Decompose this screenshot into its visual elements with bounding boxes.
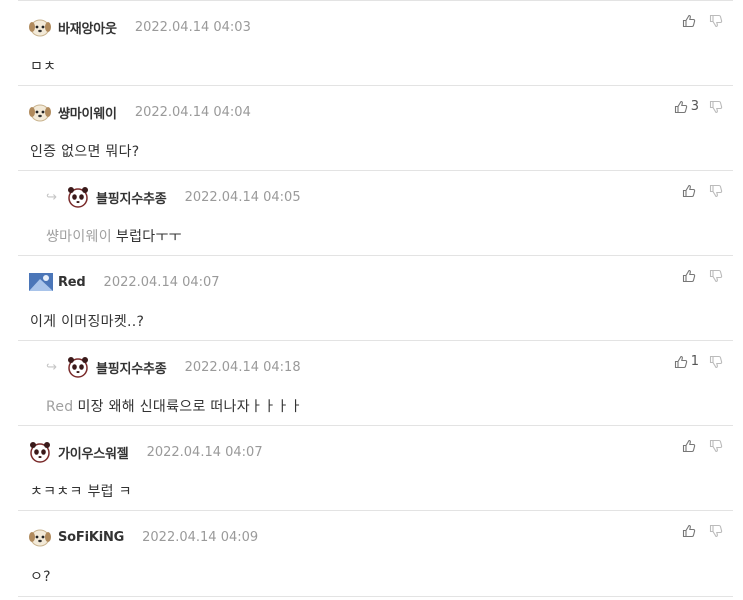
thumbs-down-icon (709, 100, 723, 113)
comment-header: 가이우스워젤 2022.04.14 04:07 (28, 440, 263, 464)
avatar-puppy-icon[interactable] (28, 101, 52, 123)
comment-date: 2022.04.14 04:04 (134, 104, 251, 120)
comment-header: Red 2022.04.14 04:07 (28, 270, 220, 294)
thumbs-up-icon (682, 14, 696, 28)
mention-tag[interactable]: Red (46, 399, 74, 415)
comment-body: 인증 없으면 뭐다? (30, 141, 140, 161)
reply-item: ↪ 블핑지수추종 2022.04.14 04:05 썅마이웨이 부럽다ㅜㅜ (18, 170, 733, 256)
like-count: 3 (690, 99, 699, 114)
dislike-button[interactable] (709, 184, 723, 198)
avatar-panda-icon[interactable] (66, 356, 90, 378)
like-button[interactable] (682, 184, 699, 198)
divider (18, 596, 733, 597)
dislike-button[interactable] (709, 14, 723, 28)
comment-date: 2022.04.14 04:07 (103, 274, 220, 290)
comment-date: 2022.04.14 04:03 (134, 19, 251, 35)
comment-text: 부럽다ㅜㅜ (115, 229, 182, 245)
thumbs-down-icon (709, 184, 723, 198)
reply-arrow-icon: ↪ (46, 359, 57, 375)
avatar-blue-icon[interactable] (28, 271, 53, 293)
dislike-button[interactable] (709, 524, 723, 538)
dislike-button[interactable] (709, 269, 723, 283)
comment-date: 2022.04.14 04:18 (184, 359, 301, 375)
comment-item: 썅마이웨이 2022.04.14 04:04 3 인증 없으면 뭐다? (18, 85, 733, 171)
dislike-button[interactable] (709, 355, 723, 369)
comment-nickname[interactable]: 바재앙아웃 (58, 18, 117, 37)
thumbs-up-icon (674, 100, 687, 113)
comment-item: 바재앙아웃 2022.04.14 04:03 ㅁㅊ (18, 0, 733, 86)
comment-nickname[interactable]: 블핑지수추종 (96, 188, 167, 207)
vote-group (682, 524, 723, 538)
mention-tag[interactable]: 썅마이웨이 (46, 229, 112, 245)
vote-group (682, 184, 723, 198)
reply-arrow-icon: ↪ (46, 189, 57, 205)
comment-nickname[interactable]: 가이우스워젤 (58, 443, 129, 462)
comment-nickname[interactable]: 블핑지수추종 (96, 358, 167, 377)
comment-header: 썅마이웨이 2022.04.14 04:04 (28, 100, 251, 124)
comment-nickname[interactable]: 썅마이웨이 (58, 103, 117, 122)
comment-nickname[interactable]: SoFiKiNG (58, 530, 124, 545)
thumbs-up-icon (682, 524, 696, 538)
thumbs-down-icon (709, 439, 723, 453)
avatar-puppy-icon[interactable] (28, 16, 52, 38)
comment-date: 2022.04.14 04:09 (142, 529, 259, 545)
avatar-panda-icon[interactable] (28, 441, 52, 463)
comment-body: ㅊㅋㅊㅋ 부럽 ㅋ (30, 481, 132, 501)
vote-group (682, 439, 723, 453)
comment-item: 가이우스워젤 2022.04.14 04:07 ㅊㅋㅊㅋ 부럽 ㅋ (18, 425, 733, 511)
comment-item: SoFiKiNG 2022.04.14 04:09 ㅇ? (18, 510, 733, 596)
thumbs-up-icon (682, 184, 696, 198)
like-button[interactable]: 1 (674, 354, 699, 369)
comment-header: 바재앙아웃 2022.04.14 04:03 (28, 15, 251, 39)
comment-header: ↪ 블핑지수추종 2022.04.14 04:18 (46, 355, 301, 379)
comment-text: 이게 이머징마켓..? (30, 314, 145, 330)
comment-text: 미장 왜해 신대륙으로 떠나자ㅏㅏㅏㅏ (77, 399, 303, 415)
comment-list: 바재앙아웃 2022.04.14 04:03 ㅁㅊ 썅마이웨이 2022.04.… (0, 0, 743, 600)
like-button[interactable]: 3 (674, 99, 699, 114)
comment-text: 인증 없으면 뭐다? (30, 144, 140, 160)
thumbs-up-icon (674, 355, 687, 368)
comment-text: ㅇ? (30, 569, 51, 585)
thumbs-down-icon (709, 269, 723, 283)
thumbs-down-icon (709, 14, 723, 28)
vote-group (682, 269, 723, 283)
like-button[interactable] (682, 269, 699, 283)
dislike-button[interactable] (709, 100, 723, 114)
comment-text: ㅊㅋㅊㅋ 부럽 ㅋ (30, 484, 132, 500)
like-count: 1 (690, 354, 699, 369)
thumbs-down-icon (709, 355, 723, 368)
avatar-puppy-icon[interactable] (28, 526, 52, 548)
thumbs-up-icon (682, 439, 696, 453)
vote-group: 3 (674, 99, 723, 114)
avatar-panda-icon[interactable] (66, 186, 90, 208)
like-button[interactable] (682, 14, 699, 28)
dislike-button[interactable] (709, 439, 723, 453)
comment-date: 2022.04.14 04:07 (146, 444, 263, 460)
comment-date: 2022.04.14 04:05 (184, 189, 301, 205)
thumbs-down-icon (709, 524, 723, 538)
like-button[interactable] (682, 439, 699, 453)
comment-body: ㅇ? (30, 566, 51, 586)
comment-body: 썅마이웨이 부럽다ㅜㅜ (46, 226, 182, 246)
vote-group: 1 (674, 354, 723, 369)
comment-header: ↪ 블핑지수추종 2022.04.14 04:05 (46, 185, 301, 209)
comment-header: SoFiKiNG 2022.04.14 04:09 (28, 525, 258, 549)
like-button[interactable] (682, 524, 699, 538)
thumbs-up-icon (682, 269, 696, 283)
reply-item: ↪ 블핑지수추종 2022.04.14 04:18 1 Red 미장 왜해 신대륙… (18, 340, 733, 426)
vote-group (682, 14, 723, 28)
comment-body: 이게 이머징마켓..? (30, 311, 144, 331)
comment-body: Red 미장 왜해 신대륙으로 떠나자ㅏㅏㅏㅏ (46, 396, 303, 416)
comment-item: Red 2022.04.14 04:07 이게 이머징마켓..? (18, 255, 733, 341)
comment-text: ㅁㅊ (30, 59, 57, 75)
comment-body: ㅁㅊ (30, 56, 56, 76)
comment-nickname[interactable]: Red (58, 275, 86, 290)
